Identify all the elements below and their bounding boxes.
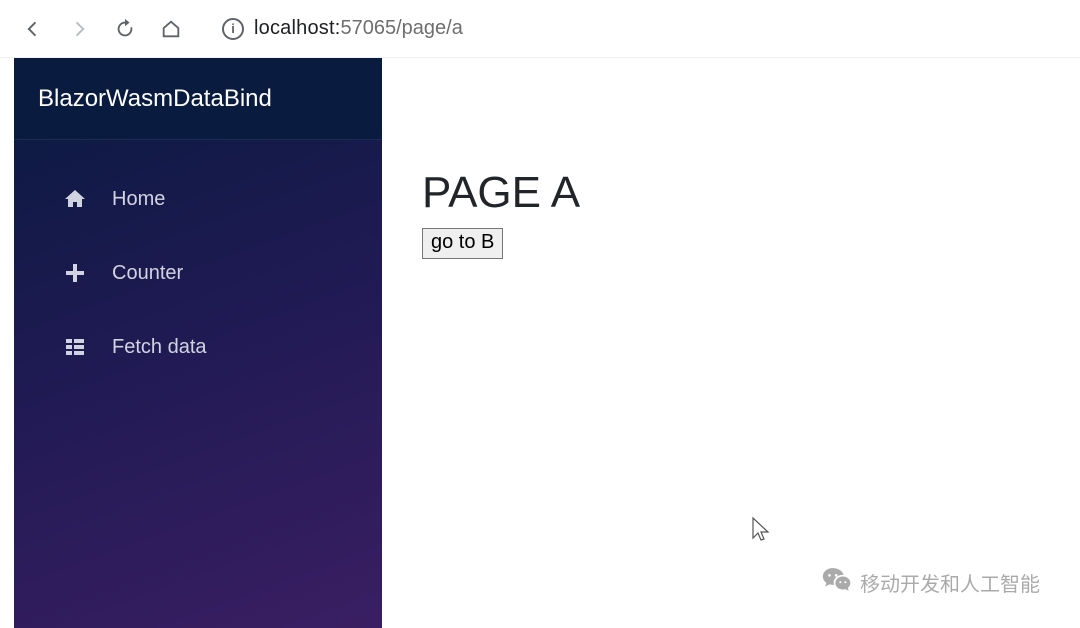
wechat-icon bbox=[822, 564, 852, 600]
sidebar: BlazorWasmDataBind Home Counter Fetch da… bbox=[14, 58, 382, 628]
home-icon bbox=[62, 186, 88, 212]
watermark-text: 移动开发和人工智能 bbox=[860, 568, 1040, 597]
sidebar-item-label: Fetch data bbox=[112, 336, 207, 359]
main-content: PAGE A go to B bbox=[382, 58, 1080, 628]
sidebar-item-fetchdata[interactable]: Fetch data bbox=[22, 312, 374, 382]
home-button[interactable] bbox=[154, 12, 188, 46]
watermark: 移动开发和人工智能 bbox=[822, 564, 1040, 600]
sidebar-item-counter[interactable]: Counter bbox=[22, 238, 374, 308]
url-path: 57065/page/a bbox=[341, 17, 463, 39]
list-icon bbox=[62, 334, 88, 360]
back-button[interactable] bbox=[16, 12, 50, 46]
address-bar[interactable]: i localhost:57065/page/a bbox=[208, 10, 1064, 48]
plus-icon bbox=[62, 260, 88, 286]
sidebar-brand[interactable]: BlazorWasmDataBind bbox=[14, 58, 382, 140]
browser-toolbar: i localhost:57065/page/a bbox=[0, 0, 1080, 58]
sidebar-item-label: Counter bbox=[112, 262, 183, 285]
go-to-b-button[interactable]: go to B bbox=[422, 228, 503, 259]
sidebar-nav: Home Counter Fetch data bbox=[14, 140, 382, 406]
mouse-cursor-icon bbox=[750, 516, 772, 549]
site-info-icon[interactable]: i bbox=[222, 18, 244, 40]
sidebar-item-label: Home bbox=[112, 188, 165, 211]
forward-button[interactable] bbox=[62, 12, 96, 46]
sidebar-item-home[interactable]: Home bbox=[22, 164, 374, 234]
app-container: BlazorWasmDataBind Home Counter Fetch da… bbox=[0, 58, 1080, 628]
brand-label: BlazorWasmDataBind bbox=[38, 85, 272, 113]
url-host: localhost: bbox=[254, 17, 341, 39]
reload-button[interactable] bbox=[108, 12, 142, 46]
page-title: PAGE A bbox=[422, 168, 1040, 218]
